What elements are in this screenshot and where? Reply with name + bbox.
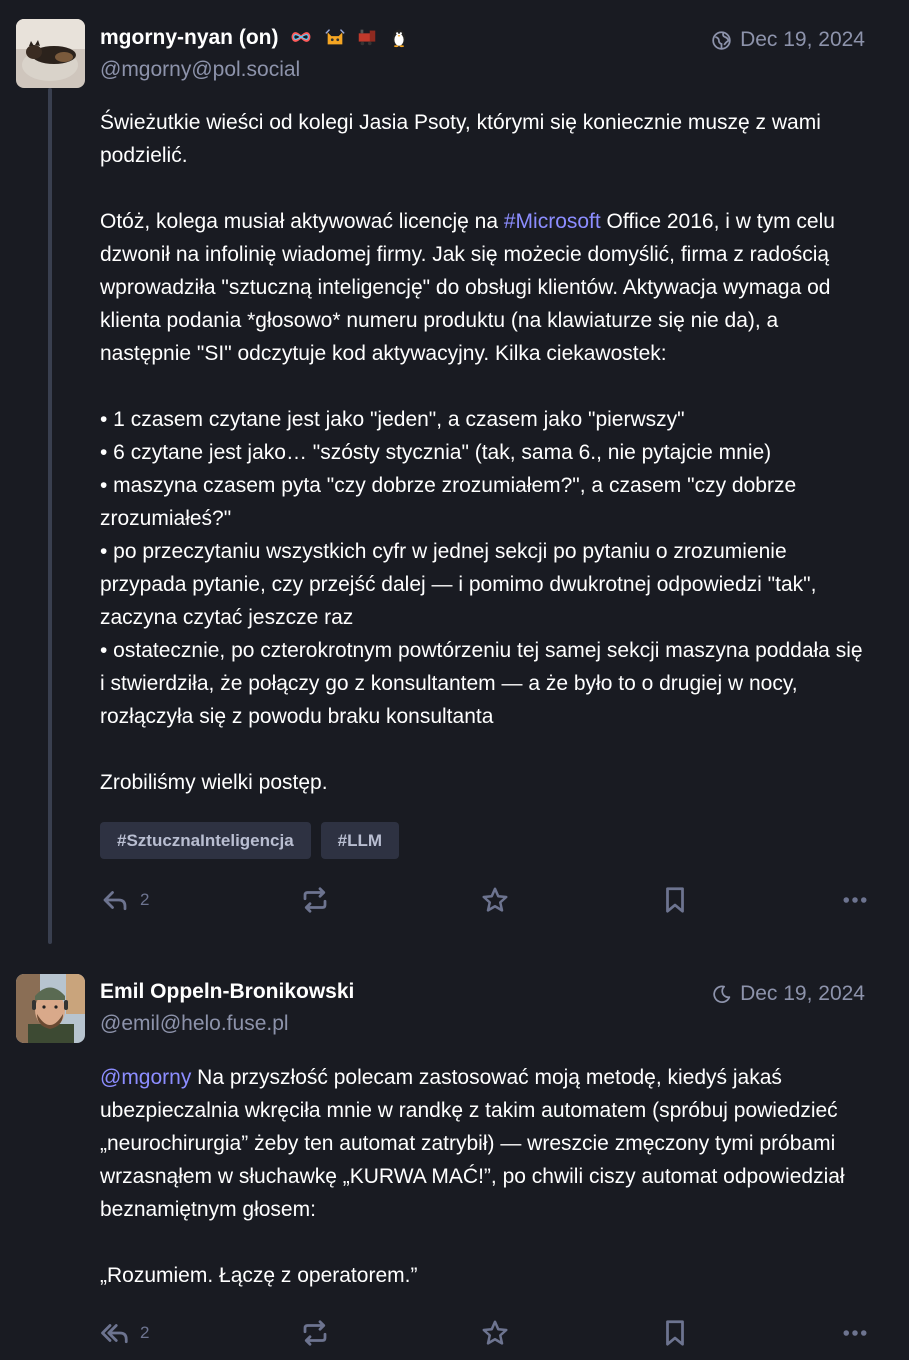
action-bar: 2 [100,880,870,920]
thread-connector-line [48,88,52,944]
more-icon [843,897,867,903]
display-name[interactable]: Emil Oppeln-Bronikowski [100,980,354,1004]
content-paragraph: @mgorny Na przyszłość polecam zastosować… [100,1066,845,1221]
train-emoji [358,29,376,46]
reply-count: 2 [140,1323,150,1342]
hashtag-bar: #SztucznaInteligencja #LLM [100,822,400,859]
bookmark-icon [665,887,684,913]
boost-button[interactable] [300,1318,330,1348]
mention-link[interactable]: @mgorny [100,1066,191,1089]
reply-all-button[interactable]: 2 [100,1318,149,1348]
hashtag-chip[interactable]: #LLM [320,822,400,859]
post-content: @mgorny Na przyszłość polecam zastosować… [100,1061,870,1292]
globe-icon [712,30,731,50]
list-item: • maszyna czasem pyta "czy dobrze zrozum… [100,474,797,530]
more-button[interactable] [840,1318,870,1348]
content-paragraph: Świeżutkie wieści od kolegi Jasia Psoty,… [100,111,821,167]
list-item: • ostatecznie, po czterokrotnym powtórze… [100,639,863,728]
list-item: • po przeczytaniu wszystkich cyfr w jedn… [100,540,817,629]
account-handle[interactable]: @mgorny@pol.social [100,58,300,82]
display-name[interactable]: mgorny-nyan (on) [100,26,410,50]
list-item: • 6 czytane jest jako… "szósty stycznia"… [100,441,772,464]
post-date[interactable]: Dec 19, 2024 [740,982,865,1006]
more-button[interactable] [840,885,870,915]
more-icon [843,1330,867,1336]
avatar[interactable] [16,19,85,88]
favourite-button[interactable] [480,885,510,915]
post-date[interactable]: Dec 19, 2024 [740,28,865,52]
reply-all-icon [101,1324,128,1344]
star-icon [482,1320,508,1345]
boost-button[interactable] [300,885,330,915]
avatar[interactable] [16,974,85,1043]
list-item: • 1 czasem czytane jest jako "jeden", a … [100,408,685,431]
reply-count: 2 [140,890,150,909]
cat-emoji [325,29,345,45]
favourite-button[interactable] [480,1318,510,1348]
infinity-rainbow-emoji [291,32,311,42]
content-paragraph: „Rozumiem. Łączę z operatorem.” [100,1264,418,1287]
boost-icon [303,887,326,913]
boost-icon [303,1320,326,1346]
content-paragraph: Zrobiliśmy wielki postęp. [100,771,328,794]
hashtag-link[interactable]: #Microsoft [504,210,601,233]
content-paragraph: Otóż, kolega musiał aktywować licencję n… [100,210,835,365]
bookmark-icon [665,1320,684,1346]
hashtag-chip[interactable]: #SztucznaInteligencja [100,822,311,859]
post-content: Świeżutkie wieści od kolegi Jasia Psoty,… [100,106,870,799]
reply-icon [103,891,127,911]
bookmark-button[interactable] [660,885,690,915]
star-icon [482,887,508,912]
bookmark-button[interactable] [660,1318,690,1348]
action-bar: 2 [100,1313,870,1353]
post-meta: Dec 19, 2024 [711,28,865,52]
account-handle[interactable]: @emil@helo.fuse.pl [100,1012,289,1036]
penguin-emoji [392,29,406,48]
moon-icon [713,984,731,1003]
reply-button[interactable]: 2 [100,885,149,915]
post-meta: Dec 19, 2024 [711,982,865,1006]
